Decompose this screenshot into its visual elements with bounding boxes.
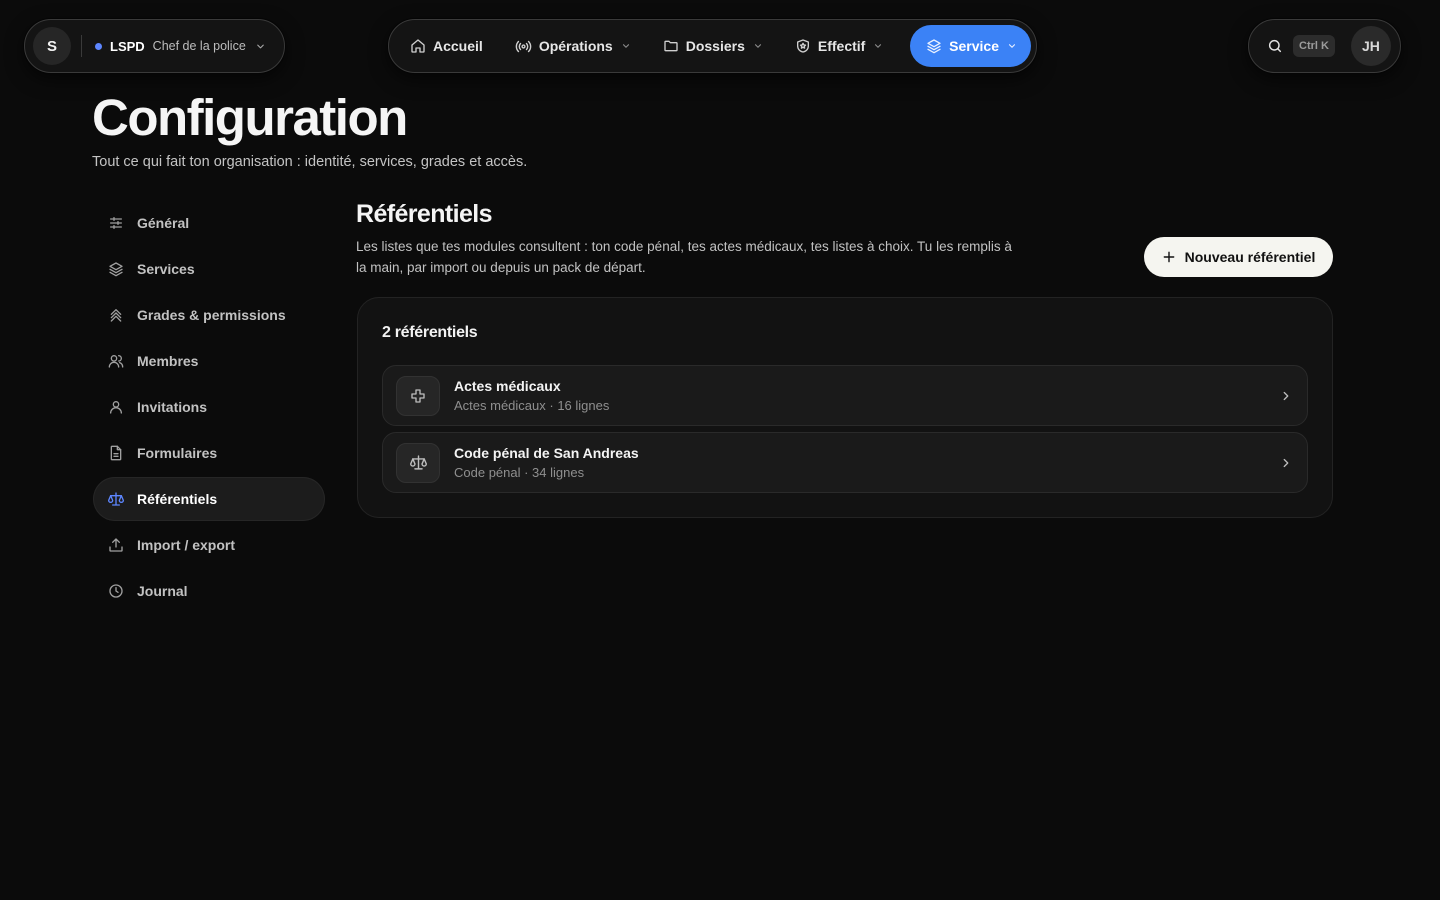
- search-bar: Ctrl K JH: [1248, 19, 1401, 73]
- sidebar-item-general[interactable]: Général: [93, 201, 325, 245]
- upload-icon: [109, 538, 123, 552]
- plus-icon: [1162, 250, 1176, 264]
- section-description: Les listes que tes modules consultent : …: [356, 239, 1012, 275]
- scale-icon: [396, 442, 440, 483]
- users-icon: [108, 355, 124, 368]
- user-avatar[interactable]: JH: [1350, 26, 1391, 66]
- chevron-right-icon: [1279, 389, 1293, 403]
- section-title: Référentiels: [356, 200, 493, 228]
- user-icon: [110, 401, 122, 414]
- sidebar-item-label: Invitations: [137, 399, 208, 415]
- referential-title: Actes médicaux: [454, 378, 561, 394]
- sidebar-item-formulaires[interactable]: Formulaires: [93, 431, 325, 475]
- settings-sidebar: Général Services Grades & permissions Me…: [93, 201, 325, 615]
- new-referential-button[interactable]: Nouveau référentiel: [1144, 237, 1333, 277]
- shield-icon: [795, 38, 811, 54]
- nav-item-dossiers[interactable]: Dossiers: [648, 25, 778, 67]
- nav-item-label: Service: [949, 38, 999, 54]
- sidebar-item-label: Import / export: [137, 537, 236, 553]
- layers-icon: [109, 262, 123, 277]
- nav-item-label: Accueil: [433, 38, 483, 54]
- sidebar-item-services[interactable]: Services: [93, 247, 325, 291]
- referentials-card: 2 référentiels Actes médicaux Actes médi…: [357, 297, 1333, 518]
- medical-cross-icon: [396, 375, 440, 416]
- org-name: LSPD: [110, 38, 145, 54]
- sidebar-item-label: Journal: [137, 583, 188, 599]
- nav-item-service[interactable]: Service: [910, 25, 1031, 67]
- sidebar-item-label: Formulaires: [137, 445, 218, 461]
- chevron-right-icon: [1279, 456, 1293, 470]
- sidebar-item-journal[interactable]: Journal: [93, 569, 325, 613]
- scale-icon: [108, 492, 124, 506]
- sidebar-item-label: Services: [137, 261, 195, 277]
- search-shortcut-badge: Ctrl K: [1293, 35, 1335, 57]
- org-role: Chef de la police: [152, 39, 246, 53]
- file-icon: [110, 445, 122, 461]
- referential-title: Code pénal de San Andreas: [454, 445, 639, 461]
- chevrons-up-icon: [110, 309, 122, 322]
- chevron-down-icon: [873, 41, 883, 51]
- sidebar-item-label: Général: [137, 215, 190, 231]
- nav-item-operations[interactable]: Opérations: [500, 25, 646, 67]
- org-switcher[interactable]: S LSPD Chef de la police: [24, 19, 285, 73]
- nav-item-accueil[interactable]: Accueil: [395, 25, 498, 67]
- chevron-down-icon: [1007, 41, 1017, 51]
- sidebar-item-referentiels[interactable]: Référentiels: [93, 477, 325, 521]
- sidebar-item-invitations[interactable]: Invitations: [93, 385, 325, 429]
- clock-icon: [109, 584, 123, 598]
- nav-item-label: Effectif: [817, 38, 866, 54]
- broadcast-icon: [515, 38, 532, 55]
- page-subtitle: Tout ce qui fait ton organisation : iden…: [92, 154, 528, 170]
- search-icon[interactable]: [1267, 38, 1283, 54]
- home-icon: [410, 38, 426, 54]
- chevron-down-icon: [621, 41, 631, 51]
- folder-icon: [663, 38, 679, 54]
- nav-item-label: Dossiers: [685, 38, 745, 54]
- sidebar-item-label: Grades & permissions: [137, 307, 286, 323]
- referentials-count: 2 référentiels: [382, 324, 478, 341]
- referential-item-code-penal[interactable]: Code pénal de San Andreas Code pénal · 3…: [382, 432, 1308, 493]
- page-title: Configuration: [92, 89, 408, 146]
- referential-meta: Code pénal · 34 lignes: [454, 465, 585, 480]
- chevron-down-icon: [255, 41, 266, 52]
- nav-item-effectif[interactable]: Effectif: [780, 25, 898, 67]
- referential-item-actes-medicaux[interactable]: Actes médicaux Actes médicaux · 16 ligne…: [382, 365, 1308, 426]
- org-divider: [81, 35, 82, 57]
- sidebar-item-membres[interactable]: Membres: [93, 339, 325, 383]
- sidebar-item-grades-permissions[interactable]: Grades & permissions: [93, 293, 325, 337]
- sidebar-item-import-export[interactable]: Import / export: [93, 523, 325, 567]
- nav-item-label: Opérations: [538, 38, 613, 54]
- org-avatar: S: [33, 27, 71, 65]
- sidebar-item-label: Référentiels: [137, 491, 218, 507]
- main-nav: Accueil Opérations Dossiers Effectif Ser…: [388, 19, 1037, 73]
- sidebar-item-label: Membres: [137, 353, 199, 369]
- org-status-dot: [95, 42, 102, 50]
- chevron-down-icon: [753, 41, 763, 51]
- layers-icon: [926, 38, 942, 54]
- referential-meta: Actes médicaux · 16 lignes: [454, 398, 610, 413]
- sliders-icon: [110, 217, 122, 229]
- new-referential-label: Nouveau référentiel: [1184, 249, 1316, 265]
